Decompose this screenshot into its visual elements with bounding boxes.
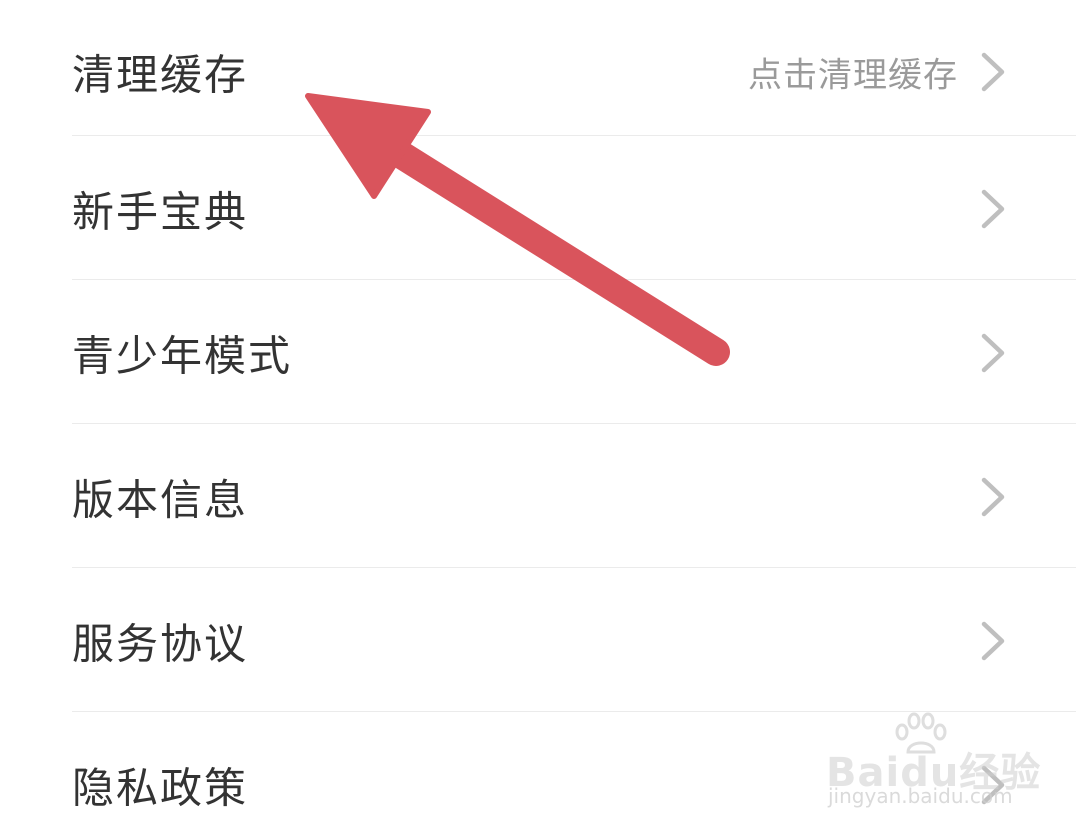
settings-item-label: 服务协议 — [72, 619, 249, 668]
settings-item-label: 青少年模式 — [72, 331, 293, 380]
settings-item-label: 新手宝典 — [72, 187, 249, 236]
divider — [72, 423, 1076, 424]
settings-item-privacy-policy[interactable]: 隐私政策 — [72, 713, 1076, 832]
divider — [72, 135, 1076, 136]
chevron-right-icon — [981, 52, 1005, 91]
divider — [72, 279, 1076, 280]
chevron-right-icon — [981, 189, 1005, 228]
settings-item-label: 版本信息 — [72, 475, 249, 524]
settings-item-label: 清理缓存 — [72, 50, 249, 99]
chevron-right-icon — [981, 477, 1005, 516]
settings-item-clear-cache[interactable]: 清理缓存 点击清理缓存 — [72, 0, 1076, 143]
divider — [72, 711, 1076, 712]
chevron-right-icon — [981, 621, 1005, 660]
settings-item-beginner-guide[interactable]: 新手宝典 — [72, 137, 1076, 280]
settings-item-label: 隐私政策 — [72, 763, 249, 812]
divider — [72, 567, 1076, 568]
settings-list: 清理缓存 点击清理缓存 新手宝典 青少年模式 版本信息 服务协议 隐私政策 — [0, 0, 1076, 832]
settings-item-version-info[interactable]: 版本信息 — [72, 425, 1076, 568]
settings-item-teen-mode[interactable]: 青少年模式 — [72, 281, 1076, 424]
chevron-right-icon — [981, 333, 1005, 372]
clear-cache-hint: 点击清理缓存 — [748, 55, 958, 95]
settings-item-service-agreement[interactable]: 服务协议 — [72, 569, 1076, 712]
chevron-right-icon — [981, 765, 1005, 804]
